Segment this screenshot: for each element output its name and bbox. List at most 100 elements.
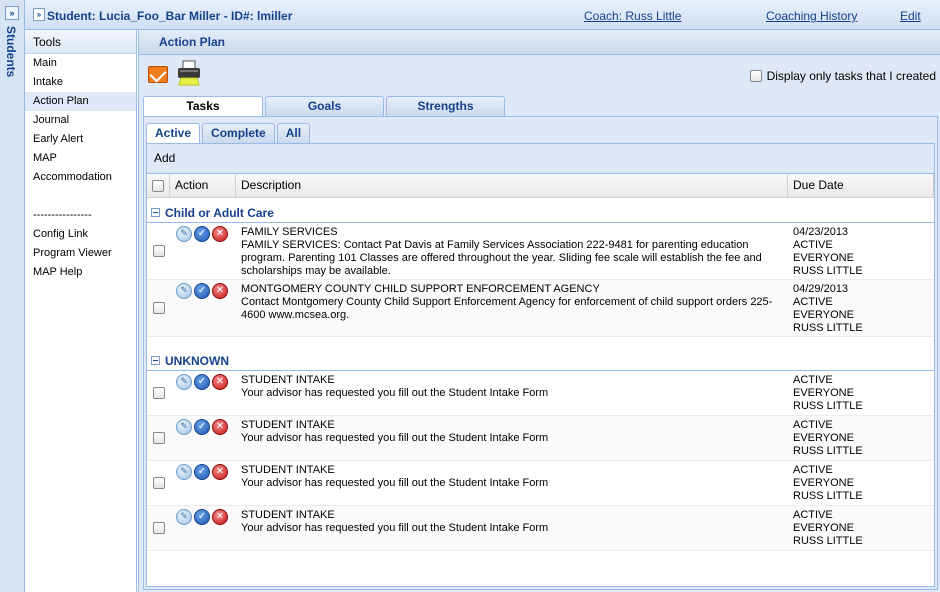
only-mine-checkbox[interactable]: Display only tasks that I created [749, 69, 936, 83]
grid-header: Action Description Due Date [147, 174, 934, 198]
task-due-line: EVERYONE [793, 477, 854, 489]
description-column-header[interactable]: Description [236, 174, 788, 197]
tool-item-action-plan[interactable]: Action Plan [25, 92, 136, 111]
mark-complete-icon[interactable]: ✓ [194, 509, 210, 525]
students-strip-title[interactable]: Students [4, 26, 18, 77]
mark-complete-icon[interactable]: ✓ [194, 374, 210, 390]
add-toolbar: Add [147, 144, 934, 174]
select-all-checkbox[interactable] [152, 180, 164, 192]
tool-item-main[interactable]: Main [25, 54, 136, 73]
task-title: FAMILY SERVICES [241, 226, 338, 238]
task-row: ✎ ✓ ✕ STUDENT INTAKE Your advisor has reques… [147, 506, 934, 551]
task-due-line: RUSS LITTLE [793, 445, 863, 457]
select-all-cell [147, 174, 170, 197]
task-due-line: EVERYONE [793, 522, 854, 534]
collapse-tools-icon[interactable]: » [33, 8, 45, 21]
group-name: UNKNOWN [165, 354, 229, 368]
task-title: STUDENT INTAKE [241, 464, 335, 476]
row-actions: ✎ ✓ ✕ [170, 371, 236, 415]
task-row: ✎ ✓ ✕ STUDENT INTAKE Your advisor has reques… [147, 371, 934, 416]
task-due-line: 04/23/2013 [793, 226, 849, 238]
print-icon[interactable] [175, 60, 203, 86]
task-description: STUDENT INTAKE Your advisor has requested… [236, 461, 788, 505]
tab-goals[interactable]: Goals [265, 96, 384, 116]
collapse-group-icon[interactable] [151, 208, 160, 217]
tool-item-intake[interactable]: Intake [25, 73, 136, 92]
task-due: 04/29/2013 ACTIVE EVERYONE RUSS LITTLE [788, 280, 934, 336]
task-grid-panel: Add Action Description Due Date Child or… [146, 143, 935, 587]
edit-icon[interactable]: ✎ [176, 509, 192, 525]
row-checkbox[interactable] [153, 522, 165, 534]
tab-tasks[interactable]: Tasks [143, 96, 263, 116]
coaching-history-link[interactable]: Coaching History [766, 9, 857, 23]
task-row: ✎ ✓ ✕ MONTGOMERY COUNTY CHILD SUPPORT ENFOR… [147, 280, 934, 337]
collapse-group-icon[interactable] [151, 356, 160, 365]
tool-item-early-alert[interactable]: Early Alert [25, 130, 136, 149]
tool-item-map[interactable]: MAP [25, 149, 136, 168]
row-checkbox[interactable] [153, 302, 165, 314]
task-due-line: RUSS LITTLE [793, 535, 863, 547]
tool-item-accommodation[interactable]: Accommodation [25, 168, 136, 187]
task-row: ✎ ✓ ✕ STUDENT INTAKE Your advisor has reques… [147, 416, 934, 461]
panel-title: Action Plan [139, 30, 940, 55]
mark-complete-icon[interactable]: ✓ [194, 419, 210, 435]
tools-heading: Tools [25, 30, 136, 54]
row-actions: ✎ ✓ ✕ [170, 506, 236, 550]
row-actions: ✎ ✓ ✕ [170, 461, 236, 505]
task-due-line: EVERYONE [793, 387, 854, 399]
task-due-line: ACTIVE [793, 296, 833, 308]
edit-icon[interactable]: ✎ [176, 419, 192, 435]
tab-strengths[interactable]: Strengths [386, 96, 505, 116]
student-header: » Student: Lucia_Foo_Bar Miller - ID#: l… [25, 0, 940, 30]
delete-icon[interactable]: ✕ [212, 419, 228, 435]
edit-icon[interactable]: ✎ [176, 374, 192, 390]
subtab-all[interactable]: All [276, 123, 311, 143]
tool-link-config-link[interactable]: Config Link [25, 225, 136, 244]
expand-students-icon[interactable]: » [5, 6, 19, 20]
subtab-active[interactable]: Active [146, 123, 201, 143]
row-checkbox[interactable] [153, 245, 165, 257]
group-header[interactable]: UNKNOWN [147, 351, 934, 371]
task-description: STUDENT INTAKE Your advisor has requested… [236, 371, 788, 415]
tools-sidebar: Tools Main Intake Action Plan Journal Early … [25, 30, 137, 592]
only-mine-box[interactable] [749, 70, 762, 82]
delete-icon[interactable]: ✕ [212, 226, 228, 242]
row-select-cell [147, 371, 170, 415]
task-due-line: RUSS LITTLE [793, 322, 863, 334]
delete-icon[interactable]: ✕ [212, 374, 228, 390]
task-title: STUDENT INTAKE [241, 374, 335, 386]
tool-link-map-help[interactable]: MAP Help [25, 263, 136, 282]
task-filter-tabs: Active Complete All [146, 123, 312, 143]
students-strip: » Students [0, 0, 25, 592]
mark-complete-icon[interactable]: ✓ [194, 464, 210, 480]
row-select-cell [147, 223, 170, 279]
tool-item-journal[interactable]: Journal [25, 111, 136, 130]
subtab-complete[interactable]: Complete [202, 123, 275, 143]
task-title: STUDENT INTAKE [241, 509, 335, 521]
mark-complete-icon[interactable]: ✓ [194, 226, 210, 242]
row-actions: ✎ ✓ ✕ [170, 280, 236, 336]
task-row: ✎ ✓ ✕ FAMILY SERVICES FAMILY SERVICES: Conta… [147, 223, 934, 280]
due-date-column-header[interactable]: Due Date [788, 174, 934, 197]
action-column-header[interactable]: Action [170, 174, 236, 197]
row-checkbox[interactable] [153, 432, 165, 444]
row-checkbox[interactable] [153, 477, 165, 489]
coach-link[interactable]: Coach: Russ Little [584, 9, 681, 23]
edit-link[interactable]: Edit [900, 9, 921, 23]
task-details: Your advisor has requested you fill out … [241, 522, 549, 534]
group-header[interactable]: Child or Adult Care [147, 203, 934, 223]
edit-icon[interactable]: ✎ [176, 226, 192, 242]
delete-icon[interactable]: ✕ [212, 283, 228, 299]
task-description: MONTGOMERY COUNTY CHILD SUPPORT ENFORCEM… [236, 280, 788, 336]
email-icon[interactable] [148, 66, 168, 83]
mark-complete-icon[interactable]: ✓ [194, 283, 210, 299]
delete-icon[interactable]: ✕ [212, 464, 228, 480]
tool-link-program-viewer[interactable]: Program Viewer [25, 244, 136, 263]
edit-icon[interactable]: ✎ [176, 464, 192, 480]
add-button[interactable]: Add [154, 151, 175, 165]
edit-icon[interactable]: ✎ [176, 283, 192, 299]
action-plan-panel: Action Plan Display only tasks that I cr… [138, 30, 940, 592]
delete-icon[interactable]: ✕ [212, 509, 228, 525]
row-select-cell [147, 280, 170, 336]
row-checkbox[interactable] [153, 387, 165, 399]
